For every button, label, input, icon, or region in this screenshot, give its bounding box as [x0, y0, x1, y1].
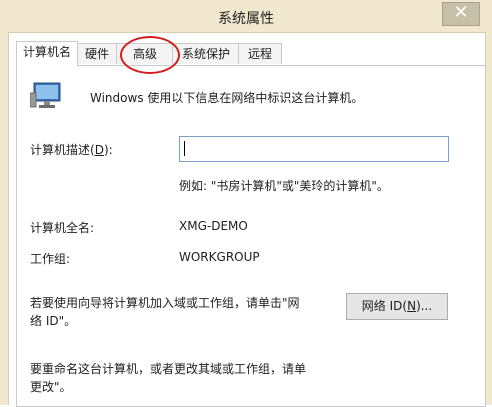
description-label: 计算机描述(D): — [30, 143, 113, 157]
network-id-text-line2: 络 ID"。 — [30, 314, 77, 328]
window-title: 系统属性 — [218, 11, 274, 27]
computer-icon — [30, 82, 61, 108]
rename-text-line2: 更改"。 — [30, 380, 72, 394]
window-frame-left — [0, 32, 9, 405]
tab-computer-name[interactable]: 计算机名 — [16, 41, 78, 66]
title-bar: 系统属性 ✕ — [0, 0, 492, 33]
intro-text: Windows 使用以下信息在网络中标识这台计算机。 — [90, 91, 364, 105]
window-frame-right — [485, 32, 492, 405]
workgroup-value: WORKGROUP — [179, 250, 260, 264]
tab-remote[interactable]: 远程 — [238, 43, 282, 64]
network-id-text-line1: 若要使用向导将计算机加入域或工作组，请单击"网 — [30, 296, 300, 310]
close-button[interactable]: ✕ — [442, 2, 480, 26]
computer-description-input[interactable] — [179, 136, 449, 162]
tab-system-protection[interactable]: 系统保护 — [172, 43, 240, 64]
tab-hardware[interactable]: 硬件 — [76, 43, 118, 64]
full-name-label: 计算机全名: — [30, 221, 95, 235]
text-caret — [184, 141, 185, 156]
close-icon: ✕ — [453, 2, 469, 23]
full-name-value: XMG-DEMO — [179, 219, 248, 233]
network-id-button[interactable]: 网络 ID(N)... — [346, 293, 448, 320]
workgroup-label: 工作组: — [30, 252, 71, 266]
rename-text-line1: 要重命名这台计算机，或者更改其域或工作组，请单 — [30, 362, 307, 376]
highlight-circle — [120, 36, 180, 74]
description-example: 例如: "书房计算机"或"美玲的计算机"。 — [179, 179, 389, 193]
tab-panel — [16, 65, 486, 407]
